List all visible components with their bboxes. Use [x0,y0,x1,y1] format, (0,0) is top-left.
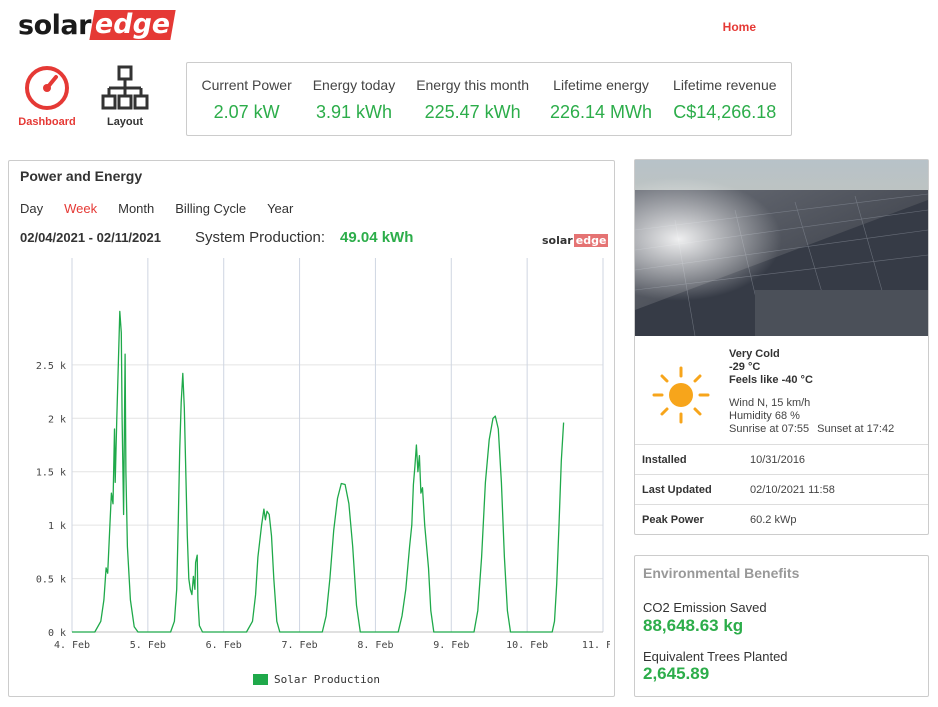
weather-humidity: Humidity 68 % [729,410,800,422]
info-value: 10/31/2016 [750,453,806,466]
x-tick-label: 6. Feb [206,640,242,651]
info-row-installed: Installed 10/31/2016 [635,444,928,474]
stat-label: Energy this month [416,77,530,93]
home-link[interactable]: Home [723,20,756,34]
y-tick-label: 1 k [48,521,66,532]
legend-swatch [253,674,268,685]
stat-label: Lifetime revenue [673,77,777,93]
sun-icon [652,366,710,424]
nav-dashboard[interactable]: Dashboard [14,64,80,128]
sunrise: Sunrise at 07:55 [729,423,810,435]
info-row-last-updated: Last Updated 02/10/2021 11:58 [635,474,928,504]
x-tick-label: 8. Feb [357,640,393,651]
y-tick-label: 0 k [48,628,66,639]
stat-label: Lifetime energy [553,77,649,93]
speedometer-icon [25,66,69,110]
info-label: Last Updated [642,483,712,496]
info-row-peak-power: Peak Power 60.2 kWp [635,504,928,534]
solar-array-photo [635,160,928,336]
y-tick-label: 0.5 k [36,575,66,586]
stat-value: 226.14 MWh [550,102,653,122]
nav-dashboard-label: Dashboard [18,116,76,128]
period-tabs: Day Week Month Billing Cycle Year [20,201,314,216]
stat-energy-month: Energy this month 225.47 kWh [406,63,540,135]
x-tick-label: 4. Feb [54,640,90,651]
power-chart[interactable]: 0 k 0.5 k 1 k 1.5 k 2 k 2.5 k 4. Feb 5. Feb 6. F… [14,250,610,660]
info-label: Peak Power [642,513,704,526]
info-value: 02/10/2021 11:58 [750,483,835,496]
logo-edge-text: edge [89,9,176,40]
stat-current-power: Current Power 2.07 kW [191,63,302,135]
chart-logo-edge: edge [573,234,609,247]
y-tick-label: 2 k [48,414,66,425]
chart-legend[interactable]: Solar Production [253,673,380,686]
x-tick-label: 10. Feb [506,640,548,651]
solaredge-logo[interactable]: solar edge [18,8,176,42]
legend-label: Solar Production [274,673,380,686]
stat-energy-today: Energy today 3.91 kWh [302,63,405,135]
x-tick-label: 11. Feb [582,640,610,651]
co2-label: CO2 Emission Saved [643,600,767,615]
y-tick-label: 2.5 k [36,361,66,372]
tab-month[interactable]: Month [118,201,154,216]
nav-layout-label: Layout [106,116,144,128]
trees-value: 2,645.89 [643,664,710,683]
weather-wind: Wind N, 15 km/h [729,397,811,409]
chart-logo: solar edge [542,234,609,247]
tab-week[interactable]: Week [64,201,97,216]
weather-temperature: -29 °C [729,361,761,373]
trees-label: Equivalent Trees Planted [643,649,788,664]
tab-day[interactable]: Day [20,201,43,216]
weather-conditions: Very Cold -29 °C Feels like -40 °C [729,348,813,387]
logo-solar-text: solar [18,9,91,41]
panel-title: Power and Energy [20,168,143,184]
hierarchy-icon [101,65,149,110]
site-photo [635,160,928,336]
env-title: Environmental Benefits [643,565,800,581]
stat-value: 225.47 kWh [424,102,521,122]
info-label: Installed [642,453,687,466]
stat-lifetime-revenue: Lifetime revenue C$14,266.18 [663,63,787,135]
stats-bar: Current Power 2.07 kW Energy today 3.91 … [186,62,792,136]
stat-label: Energy today [312,77,396,93]
date-range[interactable]: 02/04/2021 - 02/11/2021 [20,230,161,245]
tab-billing-cycle[interactable]: Billing Cycle [175,201,246,216]
stat-value: C$14,266.18 [673,102,777,122]
stat-label: Current Power [201,77,292,93]
sun-times: Sunrise at 07:55 Sunset at 17:42 [729,423,894,435]
weather-details: Wind N, 15 km/h Humidity 68 % [729,397,810,423]
weather-feels-like: Feels like -40 °C [729,374,813,386]
stat-value: 3.91 kWh [315,102,392,122]
stat-value: 2.07 kW [213,102,280,122]
weather-summary: Very Cold [729,348,780,360]
system-production-value: 49.04 kWh [340,229,414,246]
chart-logo-solar: solar [542,234,573,247]
system-production-label: System Production: [195,229,326,246]
x-tick-label: 7. Feb [282,640,318,651]
stat-lifetime-energy: Lifetime energy 226.14 MWh [540,63,663,135]
tab-year[interactable]: Year [267,201,293,216]
y-tick-label: 1.5 k [36,468,66,479]
sunset: Sunset at 17:42 [817,423,895,435]
info-value: 60.2 kWp [750,513,797,526]
x-tick-label: 5. Feb [130,640,166,651]
nav-layout[interactable]: Layout [94,64,156,128]
x-tick-label: 9. Feb [433,640,469,651]
co2-value: 88,648.63 kg [643,616,744,635]
